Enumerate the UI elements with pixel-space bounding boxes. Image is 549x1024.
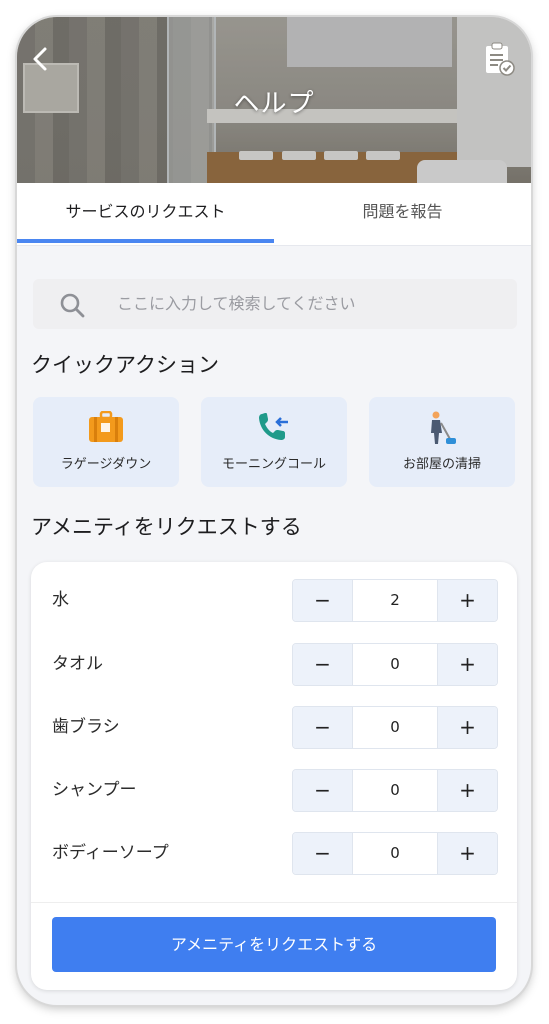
amenity-request-card: 水 − 2 + タオル − 0 + 歯ブラシ − 0 + シャンプー − 0 +…	[31, 562, 517, 990]
search-icon	[60, 293, 85, 318]
amenity-row-body-soap: ボディーソープ − 0 +	[31, 831, 517, 875]
phone-call-icon	[259, 413, 288, 440]
quick-action-label: モーニングコール	[221, 457, 326, 472]
quick-action-wake-up-call[interactable]: モーニングコール	[201, 397, 347, 487]
quick-actions-title: クイックアクション	[31, 353, 219, 377]
back-button[interactable]	[25, 43, 57, 75]
quick-action-luggage-down[interactable]: ラゲージダウン	[33, 397, 179, 487]
decrement-button[interactable]: −	[293, 580, 353, 621]
quantity-stepper: − 0 +	[292, 643, 498, 686]
search-input[interactable]: ここに入力して検索してください	[33, 279, 517, 329]
decrement-button[interactable]: −	[293, 770, 353, 811]
active-tab-indicator	[17, 239, 274, 243]
amenity-name: ボディーソープ	[52, 843, 169, 863]
decrement-button[interactable]: −	[293, 707, 353, 748]
quick-action-room-cleaning[interactable]: お部屋の清掃	[369, 397, 515, 487]
page-title: ヘルプ	[233, 89, 315, 119]
quantity-stepper: − 0 +	[292, 832, 498, 875]
header-image: ヘルプ	[17, 17, 531, 183]
amenity-row-towel: タオル − 0 +	[31, 642, 517, 686]
clipboard-check-icon	[486, 42, 515, 76]
quantity-stepper: − 2 +	[292, 579, 498, 622]
quantity-value[interactable]: 0	[353, 833, 437, 874]
increment-button[interactable]: +	[437, 644, 497, 685]
request-history-button[interactable]	[483, 41, 517, 77]
search-placeholder: ここに入力して検索してください	[117, 294, 356, 313]
increment-button[interactable]: +	[437, 833, 497, 874]
amenity-name: タオル	[52, 654, 103, 674]
request-amenities-button[interactable]: アメニティをリクエストする	[52, 917, 496, 972]
quantity-value[interactable]: 0	[353, 644, 437, 685]
increment-button[interactable]: +	[437, 770, 497, 811]
phone-frame: ヘルプ サービスのリクエスト 問題を報告 ここに入力して検索してください クイッ…	[17, 17, 531, 1005]
amenity-name: 歯ブラシ	[52, 717, 120, 737]
amenity-row-toothbrush: 歯ブラシ − 0 +	[31, 705, 517, 749]
amenity-name: 水	[52, 590, 69, 610]
decrement-button[interactable]: −	[293, 644, 353, 685]
quantity-stepper: − 0 +	[292, 706, 498, 749]
quick-action-label: ラゲージダウン	[60, 457, 152, 472]
luggage-icon	[89, 411, 123, 442]
increment-button[interactable]: +	[437, 580, 497, 621]
amenity-row-shampoo: シャンプー − 0 +	[31, 768, 517, 812]
quantity-value[interactable]: 0	[353, 707, 437, 748]
amenity-name: シャンプー	[52, 780, 137, 800]
amenities-title: アメニティをリクエストする	[31, 515, 302, 539]
quantity-value[interactable]: 0	[353, 770, 437, 811]
quantity-stepper: − 0 +	[292, 769, 498, 812]
amenity-row-water: 水 − 2 +	[31, 578, 517, 622]
chevron-left-icon	[33, 47, 47, 71]
decrement-button[interactable]: −	[293, 833, 353, 874]
tab-bar: サービスのリクエスト 問題を報告	[17, 183, 531, 246]
quick-action-label: お部屋の清掃	[402, 457, 481, 472]
tab-service-request[interactable]: サービスのリクエスト	[17, 183, 274, 243]
tab-report-issue[interactable]: 問題を報告	[274, 183, 531, 243]
quantity-value[interactable]: 2	[353, 580, 437, 621]
divider	[31, 902, 517, 903]
cleaning-person-icon	[431, 411, 456, 444]
increment-button[interactable]: +	[437, 707, 497, 748]
